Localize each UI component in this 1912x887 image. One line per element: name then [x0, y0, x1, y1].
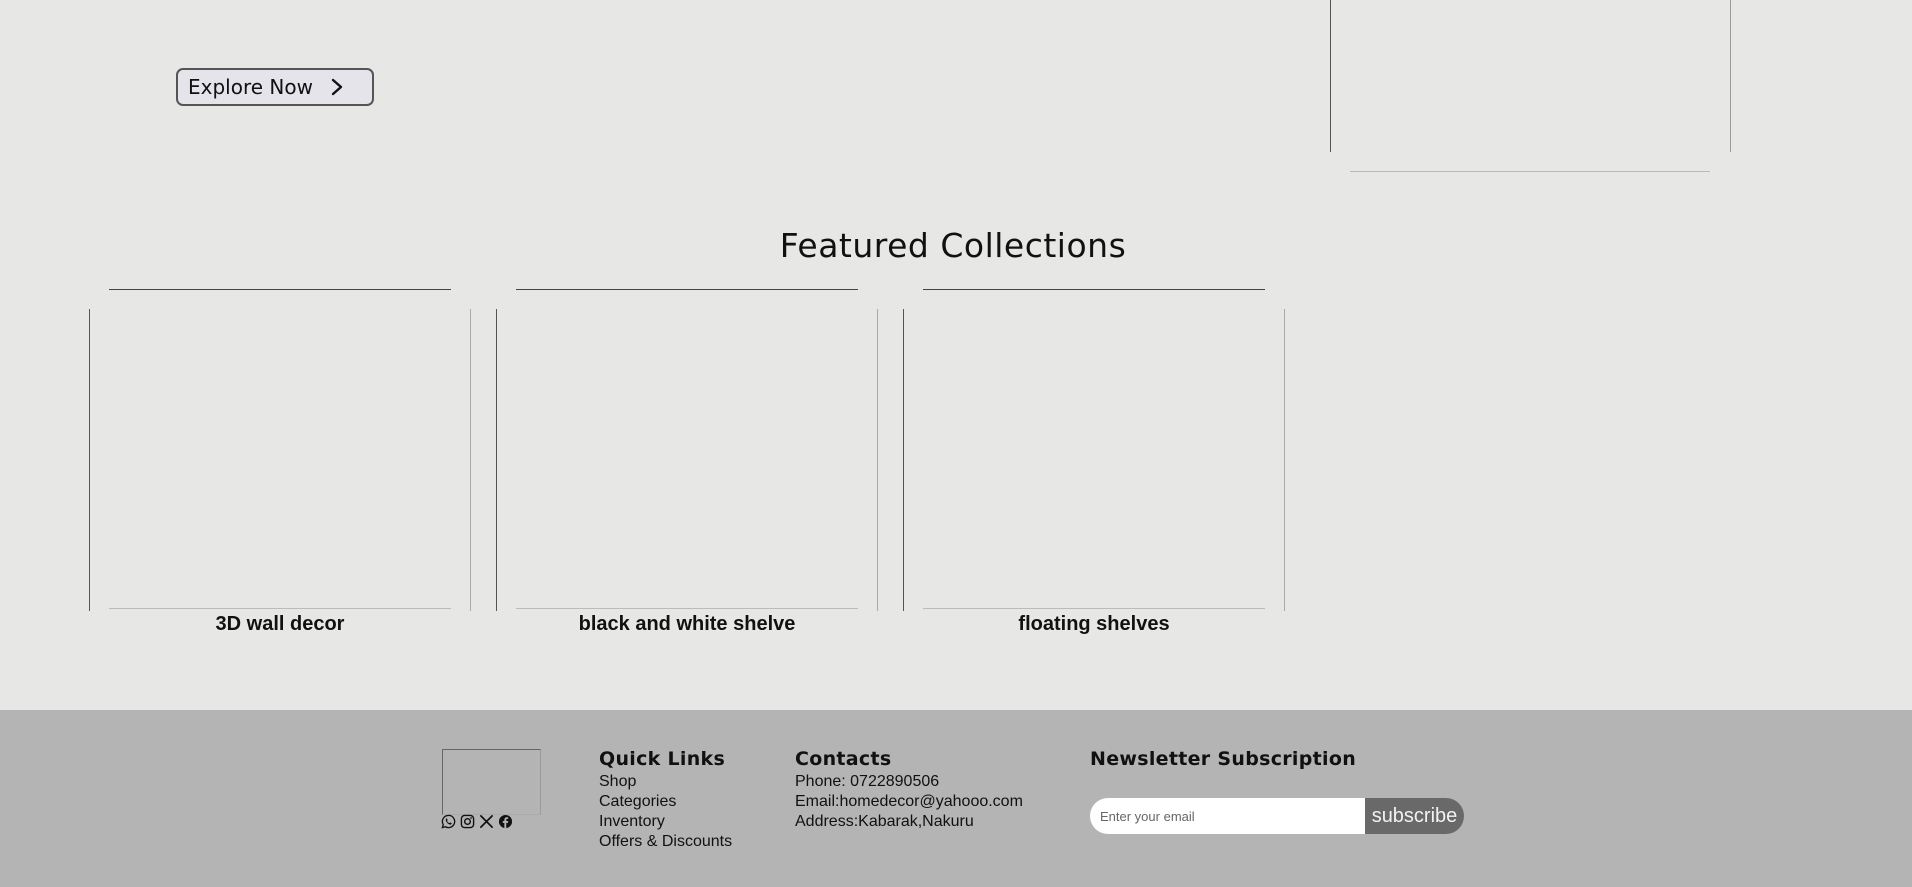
collection-card-caption: floating shelves	[1018, 613, 1170, 635]
contact-phone: Phone: 0722890506	[795, 773, 940, 790]
quick-link-inventory[interactable]: Inventory	[599, 812, 732, 832]
social-links	[441, 814, 513, 829]
quick-links-list: Shop Categories Inventory Offers & Disco…	[599, 772, 732, 852]
explore-now-label: Explore Now	[188, 75, 313, 99]
footer: Quick Links Shop Categories Inventory Of…	[0, 710, 1912, 887]
chevron-right-icon	[331, 78, 343, 96]
facebook-icon[interactable]	[498, 814, 513, 829]
collection-card[interactable]: floating shelves	[903, 289, 1285, 641]
newsletter-title: Newsletter Subscription	[1090, 748, 1357, 770]
contacts-list: Phone: 0722890506 Email:homedecor@yahooo…	[795, 772, 1023, 832]
collection-card[interactable]: black and white shelve	[496, 289, 878, 641]
newsletter-email-input[interactable]	[1090, 798, 1366, 834]
whatsapp-icon[interactable]	[441, 814, 456, 829]
contact-email: Email:homedecor@yahooo.com	[795, 793, 1023, 810]
quick-link-offers[interactable]: Offers & Discounts	[599, 832, 732, 852]
explore-now-button[interactable]: Explore Now	[176, 68, 374, 106]
quick-link-shop[interactable]: Shop	[599, 772, 732, 792]
quick-link-categories[interactable]: Categories	[599, 792, 732, 812]
instagram-icon[interactable]	[460, 814, 475, 829]
quick-links-title: Quick Links	[599, 748, 726, 770]
subscribe-button[interactable]: subscribe	[1365, 798, 1464, 834]
hero-image-frame	[1330, 0, 1731, 172]
featured-collections-title: Featured Collections	[779, 226, 1127, 265]
contact-address: Address:Kabarak,Nakuru	[795, 813, 974, 830]
page: Explore Now Featured Collections 3D wall…	[0, 0, 1912, 887]
x-icon[interactable]	[479, 814, 494, 829]
footer-logo	[442, 749, 541, 815]
contacts-title: Contacts	[795, 748, 892, 770]
collection-card-caption: black and white shelve	[578, 613, 796, 635]
collection-card-caption: 3D wall decor	[215, 613, 345, 635]
collection-card[interactable]: 3D wall decor	[89, 289, 471, 641]
